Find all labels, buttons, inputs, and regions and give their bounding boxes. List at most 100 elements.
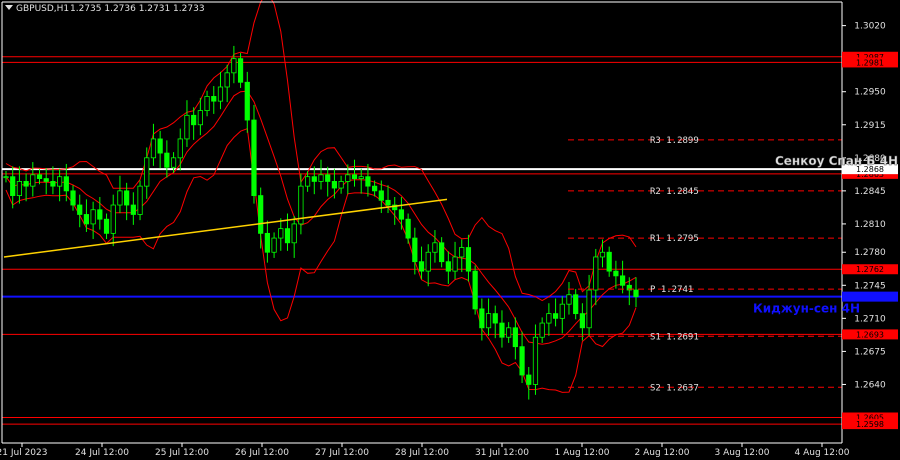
y-tick-label: 1.2915 [854, 121, 886, 131]
candle-body [398, 209, 405, 220]
x-tick-label: 4 Aug 12:00 [795, 448, 850, 458]
senkou-span-b-label: Сенкоу Спан Б 4H [775, 154, 898, 168]
candle-body [512, 327, 518, 348]
candle-body [271, 237, 277, 253]
symbol-label: GBPUSD,H1 [16, 4, 69, 14]
x-tick-label: 31 Jul 12:00 [475, 448, 529, 458]
candle-body [492, 313, 498, 324]
candle-body [345, 174, 351, 182]
candle-body [539, 322, 545, 338]
candle-body [110, 204, 116, 234]
pivot-label: R3 1.2899 [650, 136, 699, 146]
candle-body [157, 138, 163, 154]
candle-body [97, 209, 103, 220]
candle-body [593, 256, 599, 291]
x-tick-label: 26 Jul 12:00 [235, 448, 289, 458]
candle-body [566, 294, 572, 305]
x-tick-label: 25 Jul 12:00 [155, 448, 209, 458]
candle-body [83, 214, 90, 225]
y-tick-label: 1.2810 [854, 220, 886, 230]
x-tick-label: 27 Jul 12:00 [315, 448, 369, 458]
candle-body [244, 81, 250, 121]
candle-body [130, 204, 136, 215]
ohlc-values: 1.2735 1.2736 1.2731 1.2733 [70, 4, 205, 14]
candle-body [465, 247, 472, 272]
pivot-label: S2 1.2637 [650, 383, 699, 393]
candle-body [211, 96, 217, 102]
candle-body [103, 218, 110, 234]
candle-body [573, 294, 579, 315]
candle-body [164, 152, 170, 168]
candle-body [432, 242, 438, 253]
price-tag [842, 291, 898, 302]
price-tag-label: 1.2693 [856, 330, 884, 339]
candle-body [579, 313, 585, 329]
candle-body [606, 251, 612, 272]
candle-body [445, 261, 451, 272]
candle-body [619, 275, 626, 286]
candle-body [405, 218, 411, 239]
y-tick-label: 1.2710 [854, 314, 886, 324]
candle-body [251, 119, 257, 196]
candle-body [472, 270, 478, 310]
candle-body [546, 313, 552, 324]
candle-body [264, 232, 270, 253]
candle-body [439, 242, 445, 263]
candle-body [117, 190, 123, 206]
candle-body [3, 176, 9, 179]
candle-body [311, 176, 317, 182]
candle-body [177, 138, 183, 159]
price-chart[interactable]: R3 1.2899 R2 1.2845 R1 1.2795 P 1.2741 S1 1.… [0, 0, 900, 460]
candle-body [532, 336, 539, 385]
kijun-sen-label: Киджун-сен 4H [753, 302, 860, 316]
candle-body [559, 303, 565, 319]
candle-body [318, 174, 324, 182]
candle-body [43, 178, 49, 182]
candle-body [358, 176, 364, 179]
x-tick-label: 28 Jul 12:00 [395, 448, 449, 458]
candle-body [224, 72, 230, 88]
candle-body [278, 228, 284, 239]
candle-body [599, 251, 606, 258]
candle-body [258, 195, 264, 234]
candle-body [197, 110, 203, 126]
candle-body [217, 86, 224, 102]
candle-body [231, 58, 237, 74]
pivot-label: P 1.2741 [650, 285, 693, 295]
candle-body [184, 114, 190, 140]
candle-body [338, 181, 344, 189]
candle-body [378, 190, 384, 201]
candle-body [70, 190, 76, 206]
candle-body [586, 289, 592, 329]
candle-body [150, 138, 157, 159]
candle-body [36, 174, 43, 179]
candle-body [506, 327, 512, 338]
candle-body [170, 157, 177, 168]
candle-body [633, 289, 639, 298]
candle-body [412, 237, 418, 263]
candle-body [291, 223, 297, 244]
price-tag-label: 1.2762 [856, 265, 884, 274]
candle-body [16, 181, 23, 196]
y-tick-label: 1.2780 [854, 248, 886, 258]
y-tick-label: 1.3020 [854, 22, 886, 32]
candle-body [425, 251, 431, 272]
candle-body [479, 308, 485, 329]
candle-body [204, 96, 210, 111]
candle-body [90, 209, 96, 225]
candle-body [499, 322, 505, 338]
candle-body [30, 174, 36, 187]
y-tick-label: 1.2745 [854, 281, 886, 291]
candle-body [63, 176, 69, 192]
candle-body [552, 313, 559, 319]
candle-body [519, 346, 525, 376]
candle-body [385, 199, 391, 206]
price-tag-label: 1.2981 [856, 58, 884, 67]
candle-body [50, 181, 56, 187]
candle-body [57, 176, 63, 187]
price-tag-label: 1.2598 [856, 420, 884, 429]
candle-body [304, 176, 311, 187]
candle-body [191, 114, 197, 126]
candle-body [459, 247, 465, 258]
candle-body [284, 228, 291, 244]
